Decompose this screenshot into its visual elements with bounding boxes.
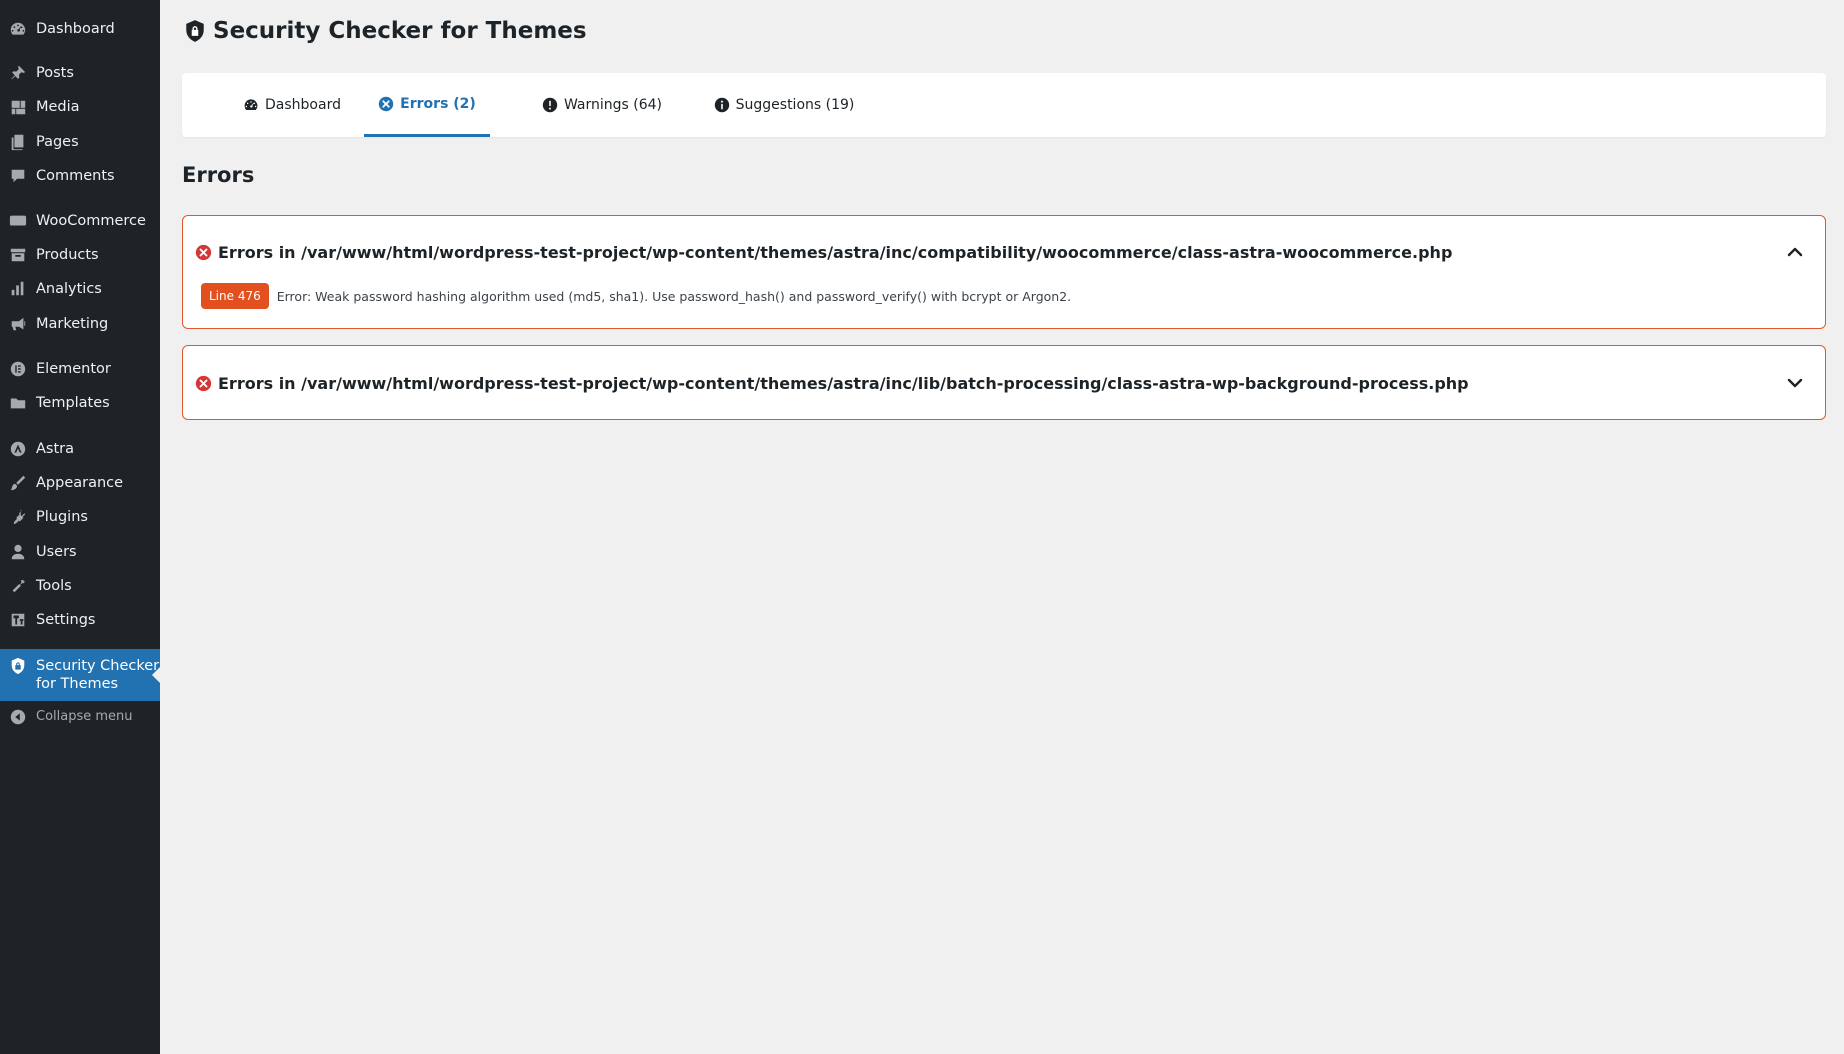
error-panel-header[interactable]: Errors in /var/www/html/wordpress-test-p… — [195, 241, 1813, 263]
dashboard-icon — [0, 20, 36, 38]
tab-suggestions[interactable]: Suggestions (19) — [694, 73, 874, 137]
pages-icon — [0, 133, 36, 151]
plug-icon — [0, 508, 36, 526]
tab-label: Suggestions (19) — [735, 97, 855, 113]
settings-icon — [0, 611, 36, 629]
tab-dashboard[interactable]: Dashboard — [212, 73, 372, 137]
main-content: Security Checker for Themes Dashboard Er… — [160, 0, 1844, 1054]
sidebar-item-label: Tools — [36, 578, 72, 594]
sidebar-item-marketing[interactable]: Marketing — [0, 313, 160, 335]
admin-sidebar: Dashboard Posts Media Pages Comments Woo… — [0, 0, 160, 1054]
sidebar-item-media[interactable]: Media — [0, 96, 160, 118]
wrench-icon — [0, 577, 36, 595]
error-circle-icon — [378, 96, 394, 111]
error-panel: Errors in /var/www/html/wordpress-test-p… — [182, 345, 1826, 420]
sidebar-item-label: Astra — [36, 441, 75, 457]
sidebar-item-products[interactable]: Products — [0, 244, 160, 266]
sidebar-item-security-checker[interactable]: Security Checker for Themes — [0, 649, 160, 701]
sidebar-item-dashboard[interactable]: Dashboard — [0, 18, 160, 40]
warning-circle-icon — [542, 97, 558, 113]
comment-icon — [0, 167, 36, 185]
sidebar-item-astra[interactable]: Astra — [0, 438, 160, 460]
sidebar-item-pages[interactable]: Pages — [0, 131, 160, 153]
sidebar-item-label: Media — [36, 99, 80, 115]
page-title-text: Security Checker for Themes — [213, 18, 587, 44]
tab-warnings[interactable]: Warnings (64) — [522, 73, 682, 137]
tab-label: Errors (2) — [400, 95, 476, 112]
shield-icon — [0, 657, 36, 675]
sidebar-item-label-line1: Security Checker — [36, 658, 160, 674]
sidebar-item-label: Plugins — [36, 509, 88, 525]
tab-bar: Dashboard Errors (2) Warnings (64) Sugge… — [182, 73, 1826, 137]
astra-icon — [0, 440, 36, 458]
collapse-label: Collapse menu — [36, 709, 133, 724]
sidebar-item-posts[interactable]: Posts — [0, 62, 160, 84]
sidebar-item-label: Appearance — [36, 475, 124, 491]
sidebar-item-elementor[interactable]: Elementor — [0, 358, 160, 380]
chevron-down-icon[interactable] — [1785, 373, 1805, 393]
sidebar-item-label: Users — [36, 544, 77, 560]
sidebar-item-label: WooCommerce — [36, 213, 146, 229]
chevron-up-icon[interactable] — [1785, 242, 1805, 262]
sidebar-item-label: Products — [36, 247, 99, 263]
megaphone-icon — [0, 315, 36, 333]
sidebar-item-label: Settings — [36, 612, 96, 628]
info-circle-icon — [714, 97, 729, 113]
media-icon — [0, 98, 36, 116]
error-file-path: Errors in /var/www/html/wordpress-test-p… — [218, 242, 1453, 262]
section-title: Errors — [182, 163, 255, 187]
gauge-icon — [244, 99, 258, 111]
sidebar-item-tools[interactable]: Tools — [0, 575, 160, 597]
sidebar-item-settings[interactable]: Settings — [0, 609, 160, 631]
pin-icon — [0, 64, 36, 82]
collapse-icon — [0, 708, 36, 726]
sidebar-item-label: Comments — [36, 168, 115, 184]
tab-label: Warnings (64) — [563, 97, 663, 113]
error-panel: Errors in /var/www/html/wordpress-test-p… — [182, 215, 1826, 329]
sidebar-item-users[interactable]: Users — [0, 541, 160, 563]
sidebar-item-analytics[interactable]: Analytics — [0, 278, 160, 300]
error-panel-header[interactable]: Errors in /var/www/html/wordpress-test-p… — [195, 372, 1813, 394]
error-file-path: Errors in /var/www/html/wordpress-test-p… — [218, 373, 1469, 393]
sidebar-item-label: Elementor — [36, 361, 111, 377]
error-circle-icon — [195, 244, 212, 260]
sidebar-item-label: Marketing — [36, 316, 109, 332]
elementor-icon — [0, 360, 36, 378]
woo-icon — [0, 212, 36, 230]
error-circle-icon — [195, 375, 212, 391]
sidebar-item-templates[interactable]: Templates — [0, 392, 160, 414]
tab-errors[interactable]: Errors (2) — [364, 73, 490, 137]
line-badge: Line 476 — [201, 283, 269, 309]
collapse-menu-button[interactable]: Collapse menu — [0, 706, 160, 728]
error-detail-row: Line 476 Error: Weak password hashing al… — [201, 283, 1071, 309]
sidebar-item-label: Analytics — [36, 281, 102, 297]
page-title: Security Checker for Themes — [184, 18, 587, 44]
sidebar-item-label: Pages — [36, 134, 79, 150]
sidebar-item-woocommerce[interactable]: WooCommerce — [0, 210, 160, 232]
shield-lock-icon — [186, 20, 204, 42]
tab-label: Dashboard — [265, 97, 341, 113]
brush-icon — [0, 474, 36, 492]
sidebar-item-comments[interactable]: Comments — [0, 165, 160, 187]
sidebar-item-label: Posts — [36, 65, 74, 81]
user-icon — [0, 543, 36, 561]
archive-icon — [0, 246, 36, 264]
sidebar-item-label: Templates — [36, 395, 110, 411]
sidebar-item-label: Security Checker for Themes — [36, 657, 159, 693]
error-message: Error: Weak password hashing algorithm u… — [276, 288, 1072, 304]
sidebar-item-label: Dashboard — [36, 21, 115, 37]
sidebar-item-label-line2: for Themes — [36, 676, 119, 692]
sidebar-item-appearance[interactable]: Appearance — [0, 472, 160, 494]
sidebar-item-plugins[interactable]: Plugins — [0, 506, 160, 528]
folder-icon — [0, 394, 36, 412]
bar-chart-icon — [0, 280, 36, 298]
